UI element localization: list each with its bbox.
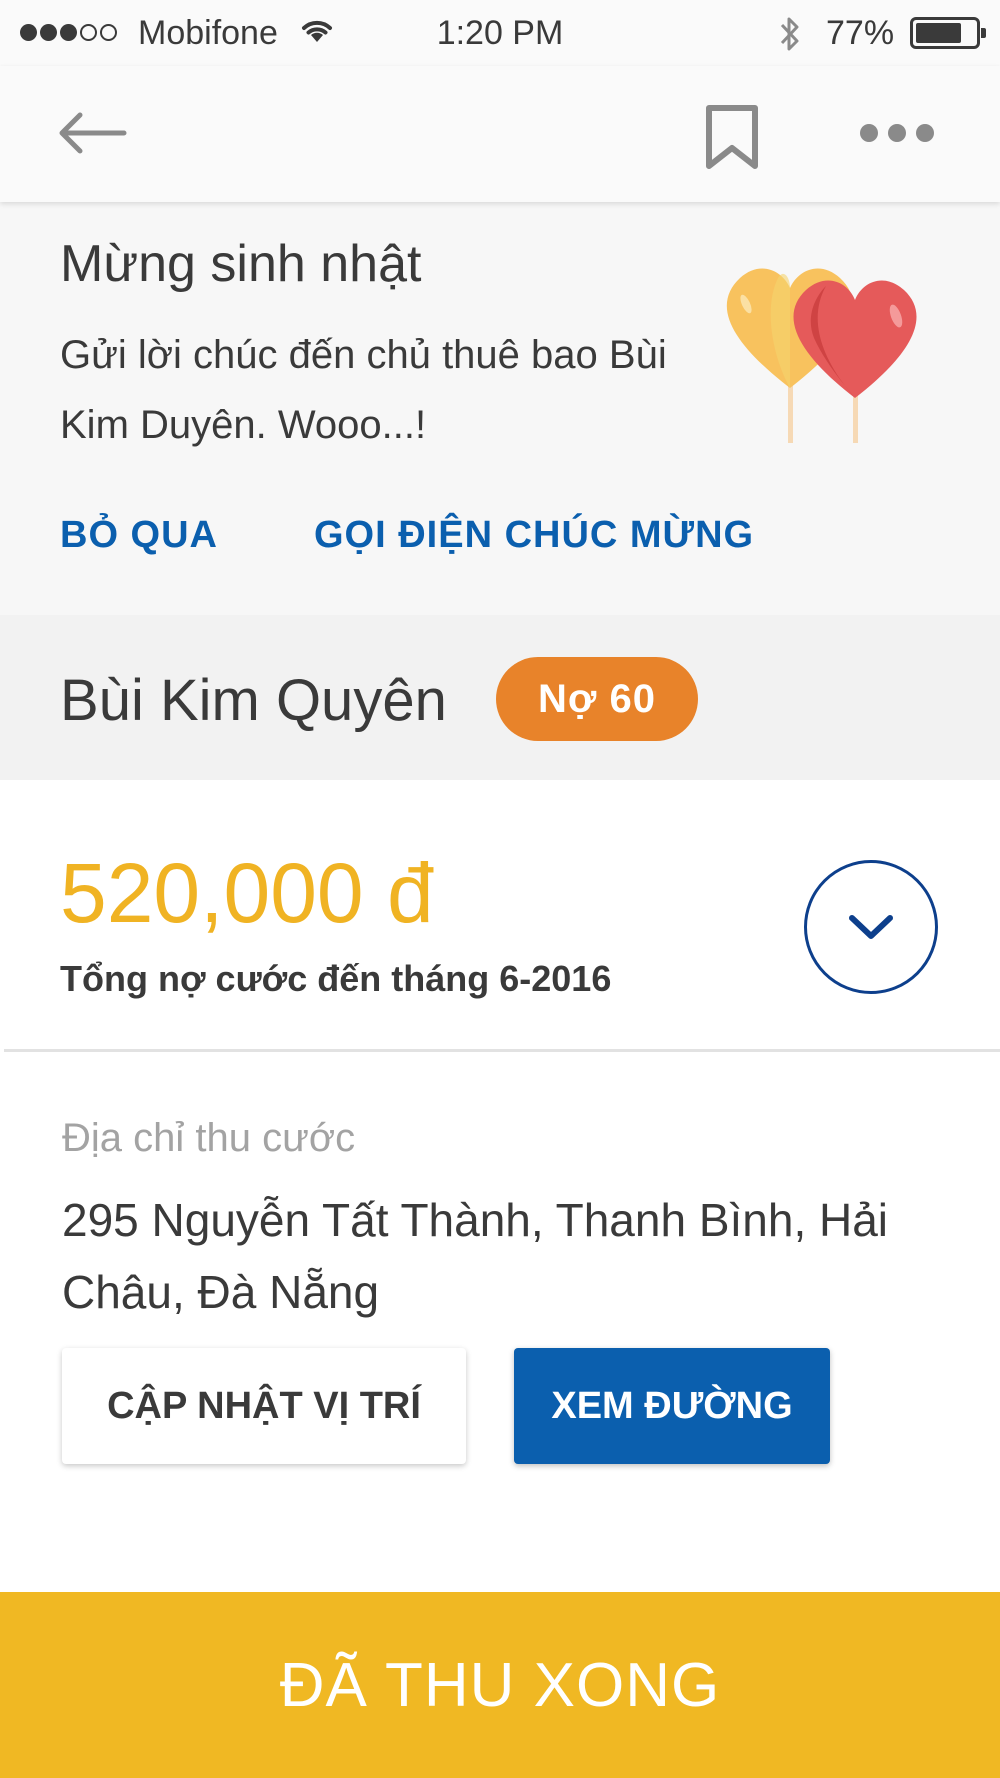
arrow-left-icon (59, 112, 127, 154)
status-bar: Mobifone 1:20 PM 77% (0, 0, 1000, 66)
view-directions-button[interactable]: XEM ĐƯỜNG (514, 1348, 830, 1464)
battery-percent: 77% (826, 14, 895, 52)
bookmark-button[interactable] (704, 104, 760, 170)
debt-amount-label: Tổng nợ cước đến tháng 6-2016 (60, 958, 612, 999)
nav-bar (0, 66, 1000, 202)
debt-badge: Nợ 60 (496, 657, 698, 741)
battery-icon (910, 17, 986, 49)
debt-amount: 520,000 đ (60, 846, 434, 940)
address-value: 295 Nguyễn Tất Thành, Thanh Bình, Hải Ch… (62, 1194, 889, 1318)
collected-button[interactable]: ĐÃ THU XONG (0, 1592, 1000, 1778)
heart-balloons-icon (718, 248, 928, 453)
bookmark-icon (706, 105, 758, 169)
more-horizontal-icon (860, 124, 878, 142)
chevron-down-icon (849, 915, 893, 939)
bluetooth-icon (776, 14, 804, 59)
battery-fill (916, 23, 961, 43)
update-location-button[interactable]: CẬP NHẬT VỊ TRÍ (62, 1348, 466, 1464)
address-label: Địa chỉ thu cước (62, 1116, 356, 1160)
skip-button[interactable]: BỎ QUA (60, 514, 218, 557)
customer-header: Bùi Kim Quyên Nợ 60 (0, 615, 1000, 780)
back-button[interactable] (54, 108, 134, 158)
birthday-card: Mừng sinh nhật Gửi lời chúc đến chủ thuê… (0, 202, 1000, 615)
birthday-message: Gửi lời chúc đến chủ thuê bao Bùi Kim Du… (60, 333, 667, 447)
birthday-actions: BỎ QUA GỌI ĐIỆN CHÚC MỪNG (60, 514, 754, 557)
call-congratulate-button[interactable]: GỌI ĐIỆN CHÚC MỪNG (314, 514, 754, 557)
more-button[interactable] (860, 118, 940, 148)
birthday-title: Mừng sinh nhật (60, 235, 422, 293)
customer-name: Bùi Kim Quyên (60, 668, 447, 733)
divider (4, 1049, 1000, 1052)
expand-button[interactable] (804, 860, 938, 994)
